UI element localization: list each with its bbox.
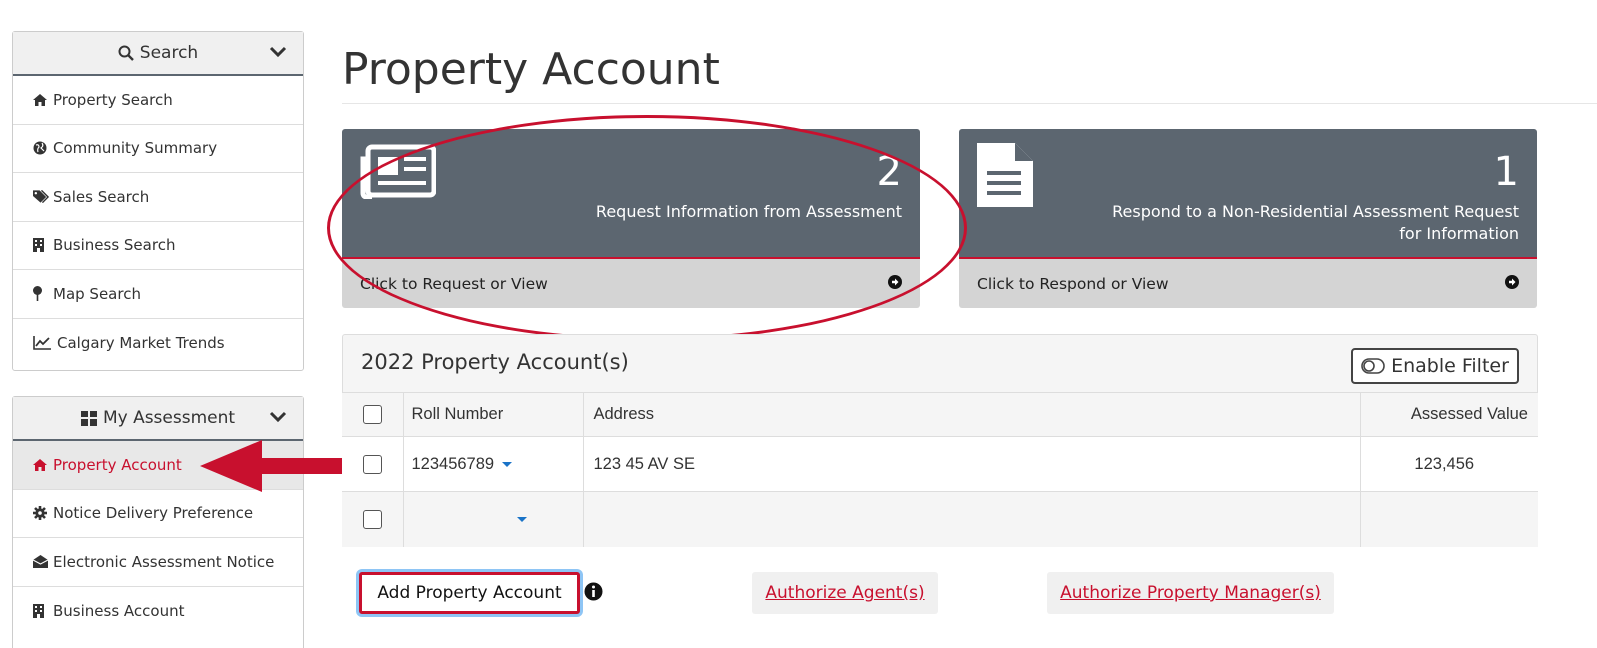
annotation-arrow-icon — [200, 440, 350, 492]
sidebar-item-calgary-market-trends[interactable]: Calgary Market Trends — [13, 319, 303, 368]
sidebar-item-label: Map Search — [53, 284, 141, 303]
request-label: Request Information from Assessment — [595, 202, 902, 221]
arrow-circle-right-icon — [888, 274, 902, 293]
tags-icon — [33, 190, 49, 204]
table-row[interactable] — [342, 491, 1538, 547]
home-icon — [33, 93, 49, 106]
title-divider — [342, 103, 1597, 104]
roll-number-header[interactable]: Roll Number — [403, 392, 584, 437]
assessed-value-cell: 123,456 — [1360, 436, 1538, 492]
property-accounts-table: Roll Number Address Assessed Value 12345… — [342, 392, 1538, 547]
card-header: 2 Request Information from Assessment — [342, 129, 920, 259]
respond-request-card[interactable]: 1 Respond to a Non-Residential Assessmen… — [959, 129, 1537, 308]
respond-label: Respond to a Non-Residential Assessment … — [1112, 202, 1519, 243]
caret-down-icon[interactable] — [516, 516, 527, 522]
my-assessment-panel-title: My Assessment — [102, 408, 236, 428]
page-title: Property Account — [342, 44, 720, 95]
roll-number[interactable] — [412, 510, 509, 528]
search-icon — [118, 45, 134, 61]
respond-footer-text: Click to Respond or View — [977, 274, 1169, 293]
address-cell — [583, 491, 1361, 547]
accounts-header: 2022 Property Account(s) Enable Filter — [343, 335, 1537, 392]
sidebar-item-map-search[interactable]: Map Search — [13, 270, 303, 319]
globe-icon — [33, 141, 49, 155]
sidebar-item-notice-delivery-preference[interactable]: Notice Delivery Preference — [13, 490, 303, 538]
card-footer[interactable]: Click to Respond or View — [959, 259, 1537, 308]
row-checkbox[interactable] — [362, 454, 382, 474]
newspaper-icon — [360, 143, 437, 203]
my-assessment-panel: My Assessment Property Account Notice De… — [12, 396, 304, 648]
sidebar-item-label: Sales Search — [53, 187, 150, 206]
add-property-account-button[interactable]: Add Property Account — [359, 572, 580, 614]
card-footer[interactable]: Click to Request or View — [342, 259, 920, 308]
envelope-open-icon — [33, 555, 49, 569]
accounts-title: 2022 Property Account(s) — [361, 350, 629, 374]
address-cell: 123 45 AV SE — [583, 436, 1361, 492]
caret-down-icon[interactable] — [502, 461, 513, 467]
request-footer-text: Click to Request or View — [360, 274, 548, 293]
gear-icon — [33, 506, 49, 521]
property-accounts-panel: 2022 Property Account(s) Enable Filter R… — [342, 334, 1538, 547]
info-icon[interactable] — [584, 582, 603, 605]
roll-number-cell — [403, 491, 584, 547]
authorize-property-managers-link[interactable]: Authorize Property Manager(s) — [1047, 572, 1334, 614]
select-all-cell — [342, 392, 404, 437]
map-pin-icon — [33, 286, 49, 302]
row-select-cell — [342, 491, 404, 547]
search-panel: Search Property Search Community Summary… — [12, 31, 304, 371]
toggle-icon — [1361, 358, 1385, 374]
address-header[interactable]: Address — [583, 392, 1361, 437]
request-information-card[interactable]: 2 Request Information from Assessment Cl… — [342, 129, 920, 308]
assessed-value-header[interactable]: Assessed Value — [1360, 392, 1538, 437]
request-count: 2 — [876, 149, 902, 195]
card-header: 1 Respond to a Non-Residential Assessmen… — [959, 129, 1537, 259]
my-assessment-panel-header[interactable]: My Assessment — [13, 397, 303, 441]
sidebar-item-label: Business Account — [53, 601, 185, 620]
arrow-circle-right-icon — [1505, 274, 1519, 293]
roll-number[interactable]: 123456789 — [412, 455, 495, 473]
authorize-agents-link[interactable]: Authorize Agent(s) — [752, 572, 938, 614]
table-row[interactable]: 123456789 123 45 AV SE 123,456 — [342, 436, 1538, 492]
building-icon — [33, 603, 49, 618]
row-select-cell — [342, 436, 404, 492]
search-panel-title: Search — [139, 43, 199, 63]
sidebar-item-label: Property Search — [53, 90, 173, 109]
select-all-checkbox[interactable] — [362, 405, 382, 425]
building-icon — [33, 238, 49, 253]
respond-count: 1 — [1493, 149, 1519, 195]
enable-filter-button[interactable]: Enable Filter — [1351, 348, 1519, 384]
sidebar-item-business-account[interactable]: Business Account — [13, 587, 303, 636]
chevron-down-icon[interactable] — [269, 409, 287, 429]
sidebar-item-label: Calgary Market Trends — [57, 333, 225, 352]
roll-number-cell: 123456789 — [403, 436, 584, 492]
sidebar-item-business-search[interactable]: Business Search — [13, 222, 303, 270]
file-text-icon — [977, 143, 1035, 211]
assessed-value-cell — [1360, 491, 1538, 547]
sidebar-item-label: Electronic Assessment Notice — [53, 552, 275, 571]
dashboard-icon — [80, 410, 97, 426]
sidebar-item-community-summary[interactable]: Community Summary — [13, 125, 303, 173]
enable-filter-label: Enable Filter — [1391, 355, 1509, 377]
search-panel-header[interactable]: Search — [13, 32, 303, 76]
sidebar-item-label: Community Summary — [53, 139, 218, 158]
sidebar-item-property-search[interactable]: Property Search — [13, 76, 303, 125]
sidebar-item-label: Business Search — [53, 236, 176, 255]
sidebar-item-label: Notice Delivery Preference — [53, 504, 254, 523]
row-checkbox[interactable] — [362, 509, 382, 529]
home-icon — [33, 458, 49, 471]
chevron-down-icon[interactable] — [269, 44, 287, 64]
line-chart-icon — [33, 335, 53, 350]
sidebar-item-sales-search[interactable]: Sales Search — [13, 173, 303, 222]
sidebar-item-electronic-assessment-notice[interactable]: Electronic Assessment Notice — [13, 538, 303, 587]
table-header-row: Roll Number Address Assessed Value — [342, 392, 1538, 437]
sidebar-item-label: Property Account — [53, 455, 182, 474]
